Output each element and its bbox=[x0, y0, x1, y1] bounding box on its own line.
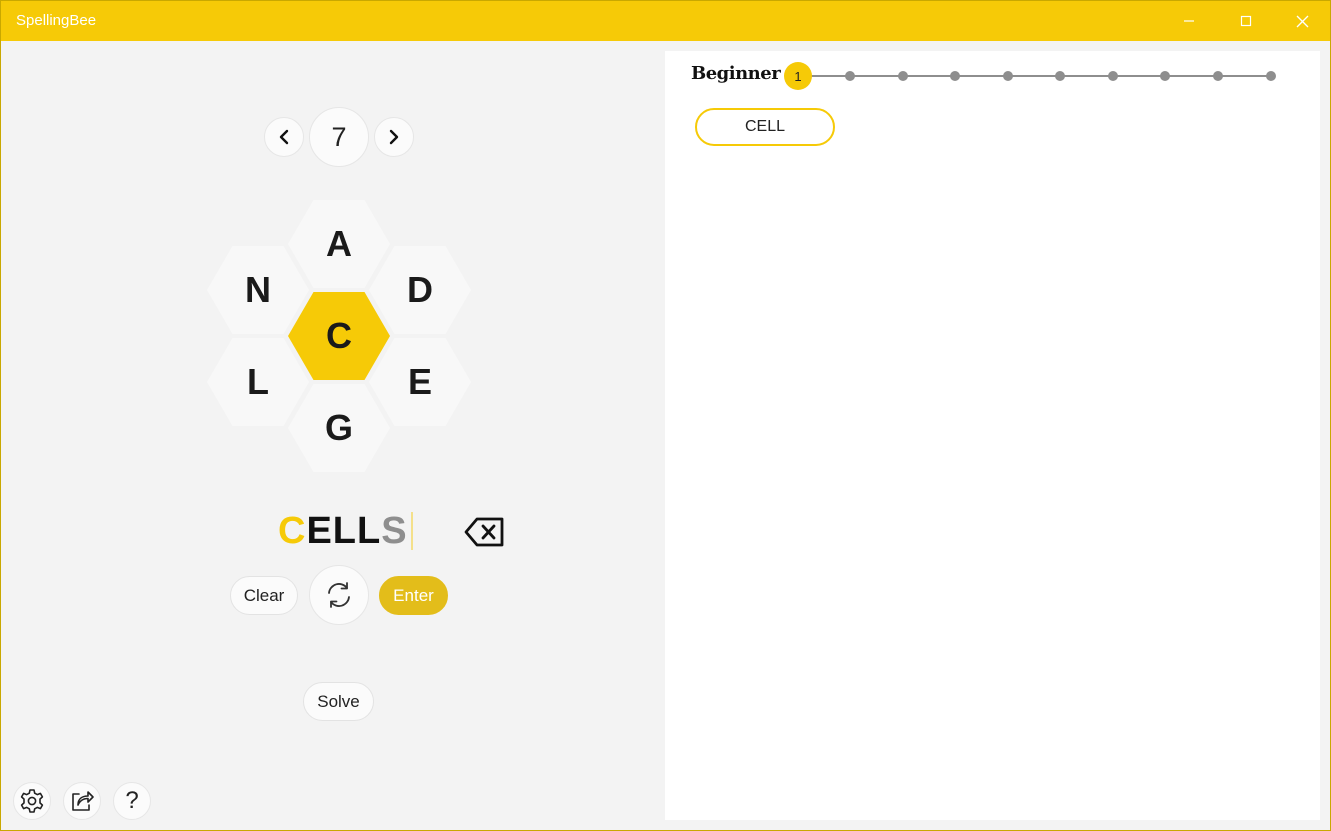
share-icon bbox=[72, 791, 94, 811]
progress-dot bbox=[898, 71, 908, 81]
next-puzzle-button[interactable] bbox=[374, 117, 414, 157]
progress-dot bbox=[1108, 71, 1118, 81]
backspace-icon bbox=[464, 517, 504, 547]
chevron-right-icon bbox=[389, 129, 399, 145]
hex-letter-upper-right[interactable]: D bbox=[369, 246, 471, 334]
maximize-icon bbox=[1240, 15, 1251, 27]
hex-letter-center[interactable]: C bbox=[288, 292, 390, 380]
typed-valid-letters: ELL bbox=[306, 509, 382, 552]
typed-word: C ELL S bbox=[278, 508, 413, 554]
solve-button-label: Solve bbox=[317, 691, 360, 711]
typed-invalid-letters: S bbox=[381, 509, 408, 552]
solve-button[interactable]: Solve bbox=[303, 682, 374, 721]
hex-letter-lower-left[interactable]: L bbox=[207, 338, 309, 426]
close-icon bbox=[1296, 15, 1309, 27]
progress-dot bbox=[1160, 71, 1170, 81]
text-cursor bbox=[410, 512, 413, 550]
clear-button[interactable]: Clear bbox=[230, 576, 298, 615]
progress-dot bbox=[1266, 71, 1276, 81]
chevron-left-icon bbox=[279, 129, 289, 145]
hex-letter-upper-left[interactable]: N bbox=[207, 246, 309, 334]
progress-dot bbox=[845, 71, 855, 81]
hex-letter-top[interactable]: A bbox=[288, 200, 390, 288]
progress-dot bbox=[950, 71, 960, 81]
minimize-button[interactable] bbox=[1160, 1, 1217, 41]
settings-button[interactable] bbox=[13, 782, 51, 820]
progress-current-step: 1 bbox=[784, 62, 812, 90]
close-button[interactable] bbox=[1274, 1, 1330, 41]
puzzle-number-text: 7 bbox=[331, 121, 347, 152]
progress-dot bbox=[1213, 71, 1223, 81]
app-title: SpellingBee bbox=[16, 12, 97, 29]
hex-letter-lower-right[interactable]: E bbox=[369, 338, 471, 426]
help-icon: ? bbox=[125, 787, 139, 814]
level-label: Beginner bbox=[691, 63, 781, 84]
app-window: SpellingBee 7 A N D C L E G C ELL S Clea… bbox=[0, 0, 1331, 831]
gear-icon bbox=[20, 789, 44, 813]
minimize-icon bbox=[1183, 20, 1194, 22]
found-words-panel: Beginner 1 CELL bbox=[665, 51, 1320, 820]
hex-letter-bottom[interactable]: G bbox=[288, 384, 390, 472]
title-bar: SpellingBee bbox=[1, 1, 1330, 41]
found-word-text: CELL bbox=[744, 118, 786, 135]
shuffle-icon bbox=[328, 582, 350, 608]
progress-track bbox=[798, 75, 1271, 77]
clear-button-label: Clear bbox=[243, 585, 285, 605]
progress-dot bbox=[1003, 71, 1013, 81]
typed-center-letter: C bbox=[278, 509, 307, 552]
backspace-button[interactable] bbox=[461, 514, 507, 550]
shuffle-button[interactable] bbox=[309, 565, 369, 625]
maximize-button[interactable] bbox=[1217, 1, 1274, 41]
enter-button-label: Enter bbox=[393, 585, 434, 605]
puzzle-number: 7 bbox=[309, 107, 369, 167]
enter-button[interactable]: Enter bbox=[379, 576, 448, 615]
help-button[interactable]: ? bbox=[113, 782, 151, 820]
found-word-chip[interactable]: CELL bbox=[695, 108, 835, 146]
share-button[interactable] bbox=[63, 782, 101, 820]
previous-puzzle-button[interactable] bbox=[264, 117, 304, 157]
progress-current-step-number: 1 bbox=[794, 68, 802, 84]
progress-dot bbox=[1055, 71, 1065, 81]
